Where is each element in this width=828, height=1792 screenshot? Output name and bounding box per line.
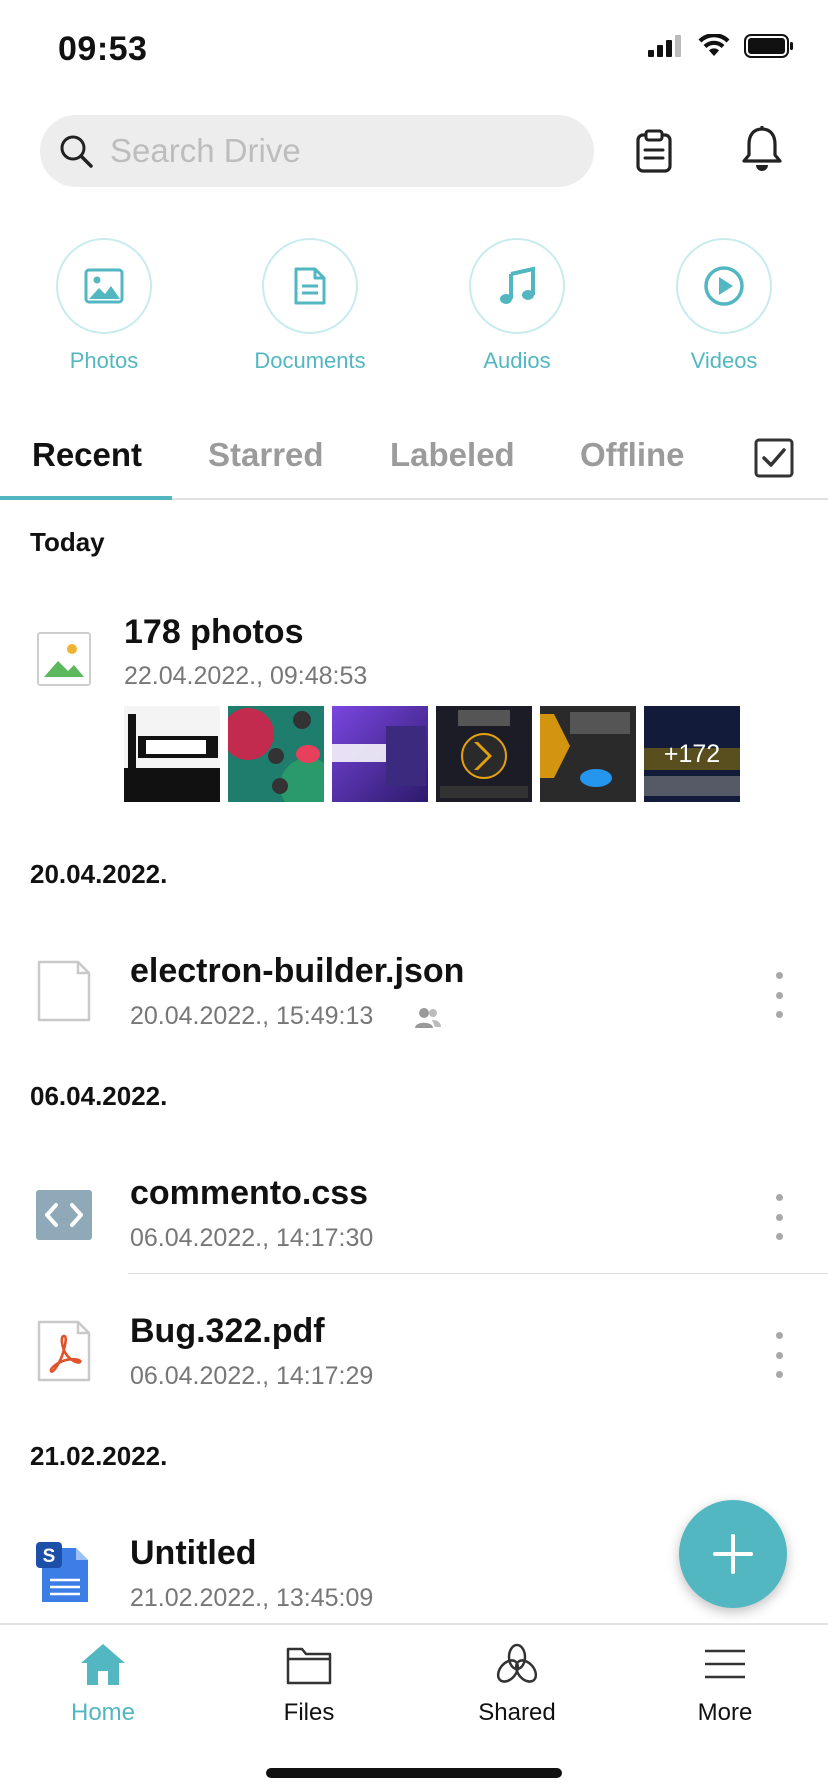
category-label: Documents	[254, 348, 366, 373]
svg-text:S: S	[43, 1546, 56, 1567]
menu-icon	[705, 1649, 745, 1679]
file-name: 178 photos	[124, 613, 304, 651]
category-documents-circle	[262, 238, 358, 334]
file-date: 21.02.2022., 13:45:09	[130, 1584, 374, 1612]
tab-offline[interactable]: Offline	[580, 436, 685, 474]
status-bar: 09:53	[0, 0, 828, 100]
nav-label: Home	[70, 1699, 136, 1726]
image-file-icon	[37, 632, 91, 686]
more-options-button[interactable]	[766, 1194, 792, 1240]
search-bar[interactable]	[40, 115, 594, 187]
category-videos[interactable]: Videos	[654, 238, 794, 374]
category-label: Videos	[690, 348, 758, 373]
section-header: 21.02.2022.	[30, 1441, 168, 1471]
nav-files[interactable]: Files	[229, 1639, 389, 1727]
tab-starred[interactable]: Starred	[208, 436, 324, 474]
section-header: Today	[30, 527, 105, 557]
spreadsheet-file-icon: S	[36, 1542, 88, 1602]
category-audios[interactable]: Audios	[447, 238, 587, 374]
plus-icon	[713, 1534, 753, 1574]
active-tab-indicator	[0, 496, 172, 500]
file-row[interactable]: Bug.322.pdf 06.04.2022., 14:17:29	[0, 1300, 828, 1410]
photo-thumbnail[interactable]	[228, 706, 324, 802]
clipboard-button[interactable]	[632, 129, 676, 173]
play-icon	[704, 266, 744, 306]
status-time: 09:53	[58, 30, 148, 68]
generic-file-icon	[37, 960, 91, 1022]
home-indicator[interactable]	[266, 1768, 562, 1778]
tab-labeled[interactable]: Labeled	[390, 436, 515, 474]
photo-thumbnail[interactable]	[436, 706, 532, 802]
photo-thumbnail[interactable]	[332, 706, 428, 802]
photos-group-row[interactable]: 178 photos 22.04.2022., 09:48:53 +172	[0, 610, 828, 810]
nav-more[interactable]: More	[645, 1639, 805, 1727]
music-note-icon	[500, 266, 535, 304]
search-input[interactable]	[110, 132, 570, 170]
home-icon	[81, 1644, 125, 1685]
photo-thumbnail[interactable]	[540, 706, 636, 802]
cellular-signal-icon	[648, 35, 681, 57]
file-name: commento.css	[130, 1174, 369, 1212]
wifi-icon	[698, 34, 730, 56]
category-audios-circle	[469, 238, 565, 334]
add-button[interactable]	[679, 1500, 787, 1608]
tab-recent[interactable]: Recent	[32, 436, 142, 474]
nav-label: Shared	[478, 1699, 556, 1726]
photo-thumbnails: +172	[124, 706, 740, 802]
photo-thumbnail-more[interactable]: +172	[644, 706, 740, 802]
category-videos-circle	[676, 238, 772, 334]
search-row	[40, 115, 800, 187]
shared-icon	[496, 1643, 538, 1683]
file-name: electron-builder.json	[130, 952, 465, 990]
checkbox-icon	[754, 438, 794, 478]
shared-people-icon	[415, 1008, 441, 1028]
category-photos[interactable]: Photos	[34, 238, 174, 374]
file-date: 06.04.2022., 14:17:30	[130, 1224, 374, 1252]
section-header: 06.04.2022.	[30, 1081, 168, 1111]
row-divider	[128, 1273, 828, 1274]
category-photos-circle	[56, 238, 152, 334]
more-options-button[interactable]	[766, 1332, 792, 1378]
image-icon	[84, 268, 124, 304]
nav-label: Files	[283, 1699, 335, 1726]
search-icon	[60, 135, 93, 168]
file-date: 06.04.2022., 14:17:29	[130, 1362, 374, 1390]
more-options-button[interactable]	[766, 972, 792, 1018]
category-documents[interactable]: Documents	[240, 238, 380, 374]
folder-icon	[286, 1647, 332, 1685]
file-date: 22.04.2022., 09:48:53	[124, 662, 368, 690]
code-file-icon	[36, 1190, 92, 1240]
more-photos-count: +172	[644, 706, 740, 802]
category-shortcuts: Photos Documents Audios Videos	[0, 238, 828, 378]
nav-label: More	[697, 1699, 753, 1726]
file-row[interactable]: commento.css 06.04.2022., 14:17:30	[0, 1162, 828, 1272]
section-header: 20.04.2022.	[30, 859, 168, 889]
bell-icon	[742, 126, 782, 171]
clipboard-icon	[636, 129, 672, 173]
notifications-button[interactable]	[740, 125, 784, 173]
pdf-file-icon	[37, 1320, 91, 1382]
tab-bar: Recent Starred Labeled Offline	[0, 430, 828, 500]
category-label: Photos	[69, 348, 139, 373]
status-icons	[648, 34, 794, 58]
bottom-navigation: Home Files Shared More	[0, 1623, 828, 1792]
photo-thumbnail[interactable]	[124, 706, 220, 802]
battery-icon	[744, 34, 793, 58]
file-name: Untitled	[130, 1534, 257, 1572]
file-row[interactable]: electron-builder.json 20.04.2022., 15:49…	[0, 940, 828, 1050]
document-icon	[294, 267, 326, 305]
category-label: Audios	[483, 348, 551, 373]
select-mode-button[interactable]	[754, 438, 794, 478]
file-name: Bug.322.pdf	[130, 1312, 325, 1350]
nav-home[interactable]: Home	[23, 1639, 183, 1727]
nav-shared[interactable]: Shared	[437, 1639, 597, 1727]
file-date: 20.04.2022., 15:49:13	[130, 1002, 374, 1030]
